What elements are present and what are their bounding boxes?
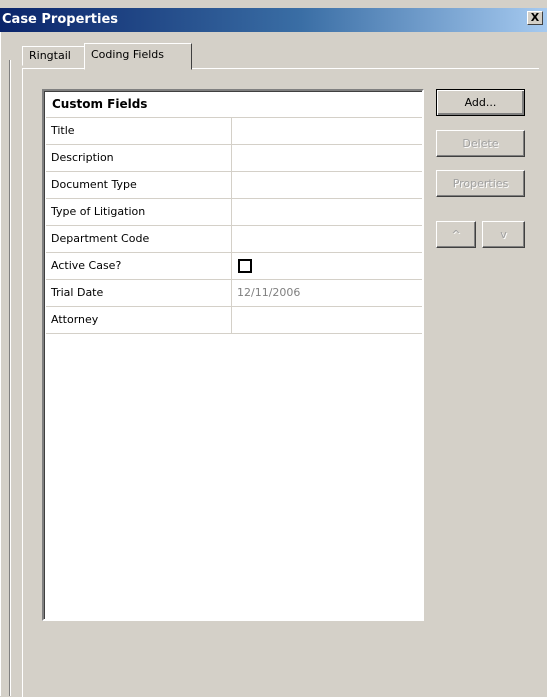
field-value[interactable] — [232, 118, 422, 144]
properties-button[interactable]: Properties — [436, 170, 525, 197]
field-name: Description — [46, 145, 232, 171]
trial-date-value[interactable]: 12/11/2006 — [232, 280, 422, 306]
field-name: Trial Date — [46, 280, 232, 306]
tab-label: Ringtail — [29, 49, 71, 62]
list-item[interactable]: Trial Date 12/11/2006 — [46, 280, 422, 307]
list-item[interactable]: Description — [46, 145, 422, 172]
list-item[interactable]: Document Type — [46, 172, 422, 199]
field-name: Department Code — [46, 226, 232, 252]
field-value[interactable] — [232, 307, 422, 333]
field-value[interactable] — [232, 199, 422, 225]
close-button[interactable]: X — [527, 11, 543, 25]
add-button[interactable]: Add... — [436, 89, 525, 116]
tab-ringtail[interactable]: Ringtail — [22, 46, 87, 66]
active-case-checkbox[interactable] — [238, 259, 252, 273]
field-name: Document Type — [46, 172, 232, 198]
field-name: Active Case? — [46, 253, 232, 279]
frame-highlight — [10, 60, 11, 696]
list-item[interactable]: Attorney — [46, 307, 422, 334]
list-item[interactable]: Department Code — [46, 226, 422, 253]
field-name: Type of Litigation — [46, 199, 232, 225]
window-title: Case Properties — [2, 12, 119, 27]
field-value[interactable] — [232, 172, 422, 198]
field-value[interactable] — [232, 226, 422, 252]
custom-fields-list[interactable]: Custom Fields Title Description Document… — [42, 89, 424, 621]
list-header: Custom Fields — [46, 91, 422, 118]
field-name: Attorney — [46, 307, 232, 333]
field-value[interactable] — [232, 145, 422, 171]
window-border — [0, 32, 1, 696]
field-name: Title — [46, 118, 232, 144]
list-item[interactable]: Title — [46, 118, 422, 145]
field-value — [232, 253, 422, 279]
title-bar: Case Properties — [0, 8, 547, 32]
tab-label: Coding Fields — [91, 48, 165, 61]
delete-button[interactable]: Delete — [436, 130, 525, 157]
move-down-button[interactable]: v — [482, 221, 525, 248]
list-item[interactable]: Active Case? — [46, 253, 422, 280]
list-item[interactable]: Type of Litigation — [46, 199, 422, 226]
move-up-button[interactable]: ^ — [436, 221, 476, 248]
tab-coding-fields[interactable]: Coding Fields — [84, 43, 192, 70]
